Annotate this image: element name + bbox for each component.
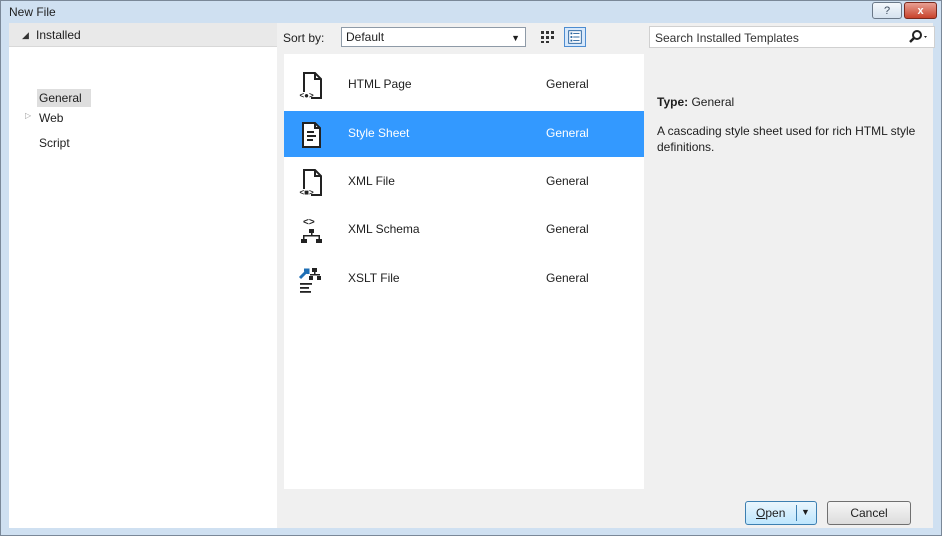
xml-schema-icon: <> xyxy=(301,217,322,243)
open-label: Open xyxy=(756,506,786,520)
xslt-file-icon xyxy=(298,268,321,293)
sort-label: Sort by: xyxy=(283,31,325,45)
tree-item-script[interactable]: Script xyxy=(39,134,70,152)
template-description: A cascading style sheet used for rich HT… xyxy=(657,124,916,154)
template-row-style-sheet[interactable]: Style Sheet General xyxy=(284,111,644,157)
template-category: General xyxy=(546,271,589,285)
template-row-xslt-file[interactable]: XSLT File General xyxy=(284,256,644,302)
installed-header[interactable]: ◢ Installed xyxy=(9,23,277,47)
sort-dropdown[interactable]: Default ▼ xyxy=(341,27,526,47)
template-list: <●> HTML Page General Style Sheet Genera… xyxy=(284,54,644,489)
dialog-body: ◢ Installed General ▷ Web Script Sort by… xyxy=(9,23,935,528)
svg-text:<■>: <■> xyxy=(300,188,315,197)
template-category: General xyxy=(546,174,589,188)
small-icons-view-icon[interactable] xyxy=(539,29,557,45)
title-bar: New File ? x xyxy=(1,1,941,23)
template-category: General xyxy=(546,222,589,236)
type-value: General xyxy=(691,95,735,109)
chevron-down-icon: ▼ xyxy=(511,33,520,43)
close-button[interactable]: x xyxy=(904,2,937,19)
tree-item-general[interactable]: General xyxy=(37,89,91,107)
template-name: XML File xyxy=(348,174,395,188)
html-page-icon: <●> xyxy=(299,72,322,100)
type-line: Type: General xyxy=(657,95,734,109)
template-row-xml-file[interactable]: <■> XML File General xyxy=(284,159,644,205)
template-category: General xyxy=(546,77,589,91)
template-name: XML Schema xyxy=(348,222,420,236)
search-placeholder: Search Installed Templates xyxy=(655,31,799,45)
template-name: Style Sheet xyxy=(348,126,410,140)
dialog-title: New File xyxy=(9,5,56,19)
search-input[interactable]: Search Installed Templates xyxy=(649,26,935,48)
svg-text:<>: <> xyxy=(303,217,315,228)
split-divider xyxy=(796,505,797,521)
template-row-html-page[interactable]: <●> HTML Page General xyxy=(284,62,644,108)
template-category: General xyxy=(546,126,589,140)
template-name: XSLT File xyxy=(348,271,400,285)
collapse-triangle-icon: ◢ xyxy=(22,30,29,40)
help-icon: ? xyxy=(883,4,891,17)
type-label: Type: xyxy=(657,95,689,109)
installed-label: Installed xyxy=(36,28,81,42)
cancel-button[interactable]: Cancel xyxy=(827,501,911,525)
list-view-icon[interactable] xyxy=(564,27,586,47)
template-name: HTML Page xyxy=(348,77,412,91)
category-tree: ◢ Installed General ▷ Web Script xyxy=(9,23,277,528)
svg-text:<●>: <●> xyxy=(300,91,315,100)
expand-triangle-icon[interactable]: ▷ xyxy=(25,111,31,120)
help-button[interactable]: ? xyxy=(872,2,902,19)
sort-value: Default xyxy=(346,30,385,44)
tree-item-web[interactable]: Web xyxy=(39,109,63,127)
template-row-xml-schema[interactable]: <> XML Schema General xyxy=(284,207,644,253)
cancel-label: Cancel xyxy=(850,506,888,520)
close-icon: x xyxy=(917,4,924,17)
open-button[interactable]: Open ▼ xyxy=(745,501,817,525)
style-sheet-icon xyxy=(302,122,321,148)
search-icon[interactable] xyxy=(908,29,930,45)
xml-file-icon: <■> xyxy=(299,169,322,197)
dropdown-arrow-icon[interactable]: ▼ xyxy=(801,507,810,517)
new-file-dialog: New File ? x ◢ Installed General ▷ Web S… xyxy=(0,0,942,536)
